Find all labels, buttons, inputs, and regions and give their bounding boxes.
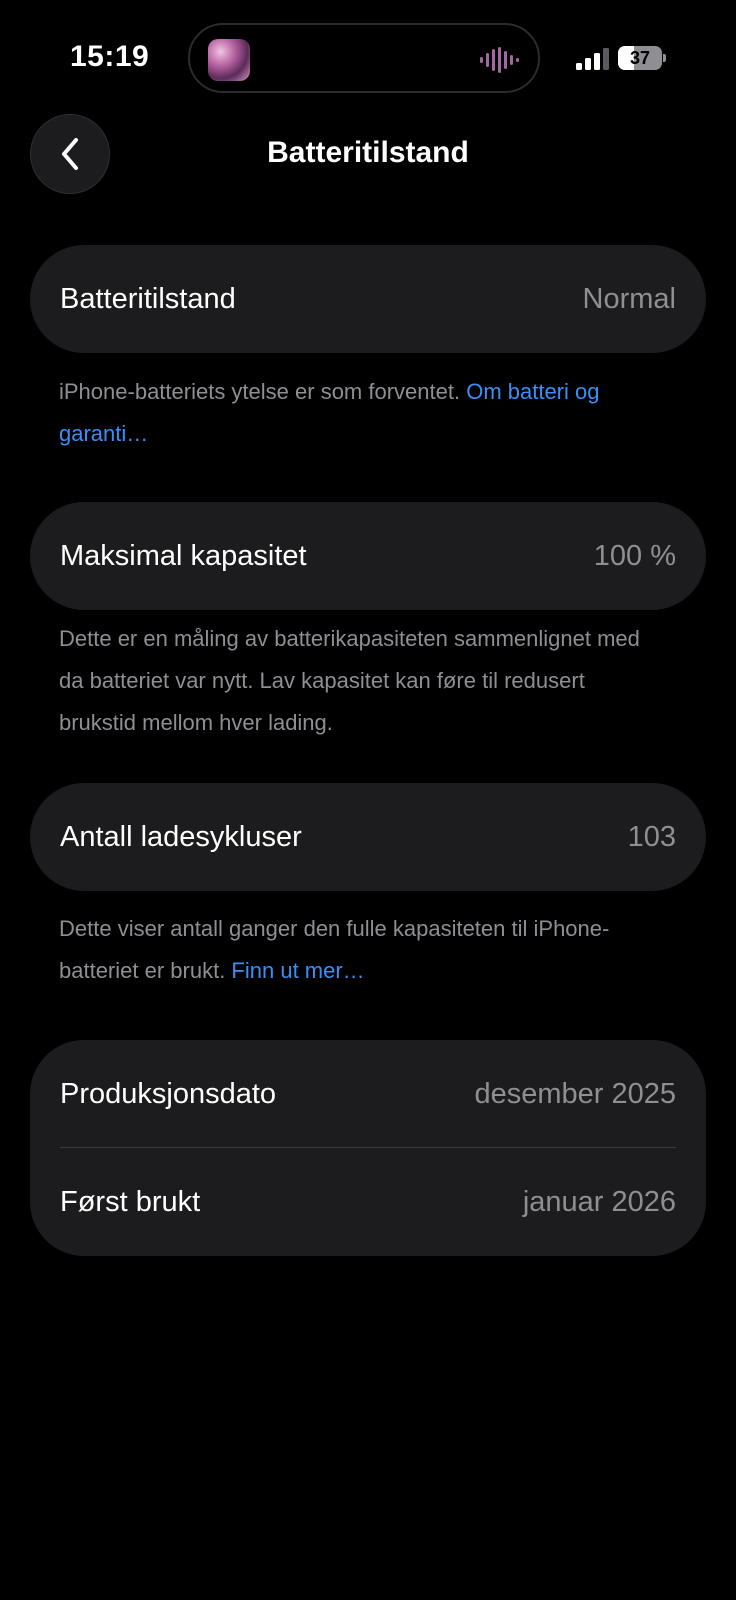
- page-title: Batteritilstand: [267, 136, 469, 169]
- battery-health-value: Normal: [582, 282, 676, 315]
- max-capacity-value: 100 %: [593, 539, 676, 572]
- max-capacity-row: Maksimal kapasitet 100 %: [30, 502, 706, 610]
- cellular-signal-icon: [576, 48, 609, 70]
- manufacture-date-row: Produksjonsdato desember 2025: [30, 1040, 706, 1148]
- audio-waveform-icon: [480, 47, 519, 73]
- manufacture-date-label: Produksjonsdato: [60, 1077, 277, 1110]
- now-playing-artwork[interactable]: [208, 39, 250, 81]
- learn-more-link[interactable]: Finn ut mer…: [231, 958, 364, 983]
- cycle-count-card: Antall ladesykluser 103: [30, 783, 706, 891]
- first-use-row: Først brukt januar 2026: [30, 1148, 706, 1256]
- battery-icon: 37: [618, 46, 666, 70]
- battery-health-footnote: iPhone-batteriets ytelse er som forvente…: [59, 379, 600, 446]
- first-use-value: januar 2026: [522, 1185, 676, 1218]
- max-capacity-footnote: Dette er en måling av batterikapasiteten…: [59, 626, 640, 735]
- dynamic-island[interactable]: [188, 23, 540, 93]
- max-capacity-card: Maksimal kapasitet 100 %: [30, 502, 706, 610]
- battery-health-label: Batteritilstand: [60, 282, 236, 315]
- cycle-count-footnote: Dette viser antall ganger den fulle kapa…: [59, 916, 610, 983]
- cycle-count-value: 103: [627, 820, 676, 853]
- dates-card: Produksjonsdato desember 2025 Først bruk…: [30, 1040, 706, 1256]
- battery-percent: 37: [629, 48, 651, 68]
- manufacture-date-value: desember 2025: [474, 1077, 676, 1110]
- max-capacity-label: Maksimal kapasitet: [60, 539, 307, 572]
- cycle-count-row: Antall ladesykluser 103: [30, 783, 706, 891]
- cycle-count-label: Antall ladesykluser: [60, 820, 302, 853]
- battery-health-card: Batteritilstand Normal: [30, 245, 706, 353]
- first-use-label: Først brukt: [60, 1185, 201, 1218]
- status-time: 15:19: [70, 40, 150, 73]
- battery-health-row: Batteritilstand Normal: [30, 245, 706, 353]
